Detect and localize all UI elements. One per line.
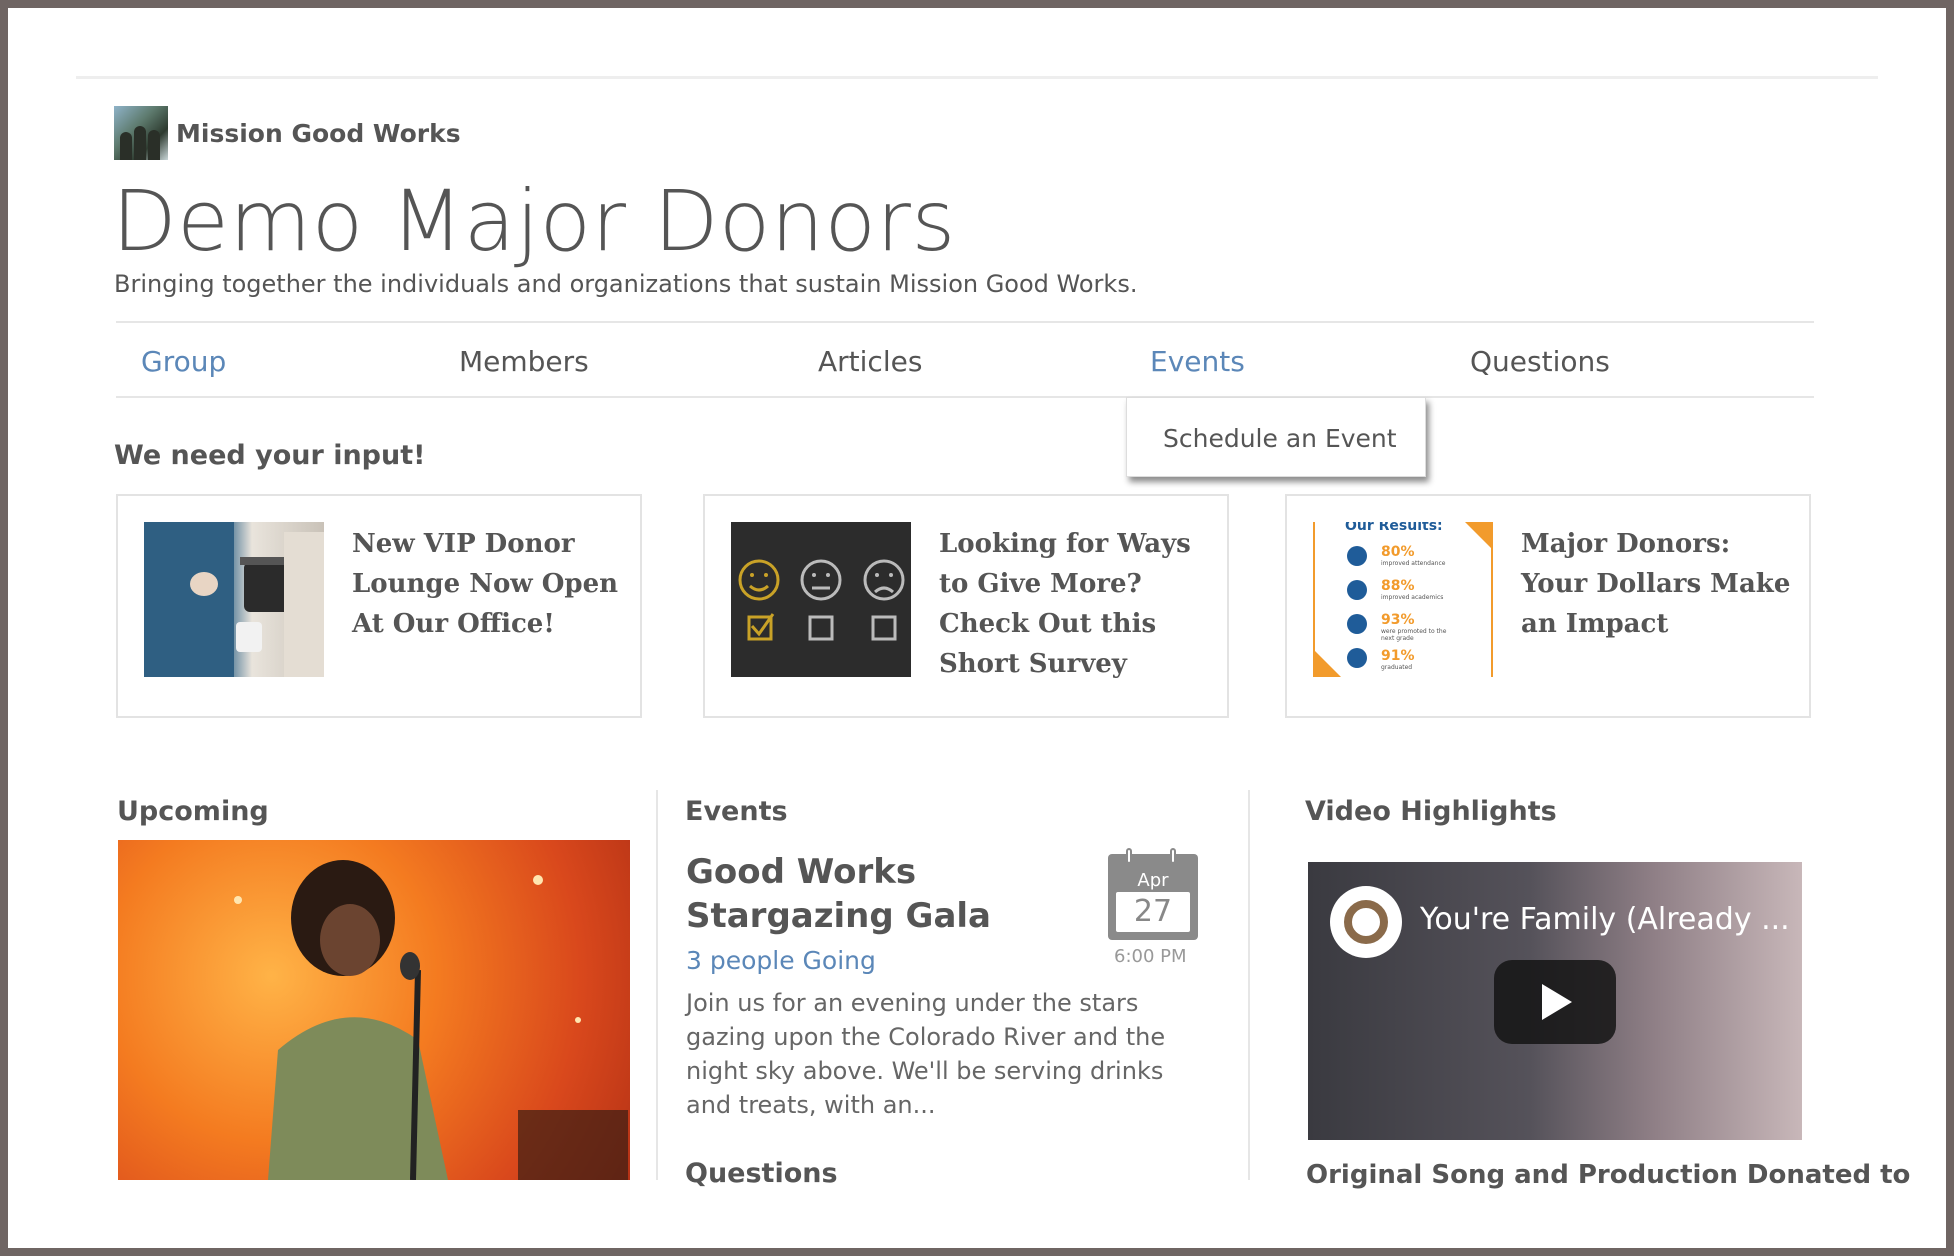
feature-card[interactable]: New VIP Donor Lounge Now Open At Our Off… xyxy=(116,494,642,718)
survey-faces-photo xyxy=(731,522,911,677)
events-dropdown: Schedule an Event xyxy=(1126,397,1426,477)
coffee-pour-photo xyxy=(144,522,324,677)
tab-members[interactable]: Members xyxy=(459,345,589,378)
singer-performing-photo[interactable] xyxy=(118,840,630,1180)
tab-articles[interactable]: Articles xyxy=(818,345,922,378)
infographic-value: 80% xyxy=(1381,544,1415,560)
tab-events[interactable]: Events xyxy=(1150,345,1245,378)
events-heading: Events xyxy=(685,796,788,827)
video-player[interactable]: You're Family (Already ... xyxy=(1308,862,1802,1140)
event-month: Apr xyxy=(1137,870,1169,891)
results-infographic: Our Results: 80% improved attendance 88%… xyxy=(1313,522,1493,677)
questions-heading: Questions xyxy=(685,1158,838,1189)
feature-card[interactable]: Our Results: 80% improved attendance 88%… xyxy=(1285,494,1811,718)
brand-name[interactable]: Mission Good Works xyxy=(176,119,461,148)
feature-heading: We need your input! xyxy=(114,440,426,471)
infographic-label: graduated xyxy=(1381,664,1413,671)
infographic-value: 88% xyxy=(1381,578,1415,594)
video-title[interactable]: You're Family (Already ... xyxy=(1420,902,1790,937)
upcoming-heading: Upcoming xyxy=(117,796,269,827)
video-caption[interactable]: Original Song and Production Donated to xyxy=(1306,1160,1910,1190)
tab-group[interactable]: Group xyxy=(141,345,226,378)
event-time: 6:00 PM xyxy=(1114,946,1187,967)
column-divider xyxy=(656,790,658,1180)
tab-questions[interactable]: Questions xyxy=(1470,345,1610,378)
video-heading: Video Highlights xyxy=(1305,796,1557,827)
infographic-label: improved attendance xyxy=(1381,560,1446,567)
group-photo-icon xyxy=(114,106,168,160)
page-subtitle: Bringing together the individuals and or… xyxy=(114,270,1138,298)
infographic-label: were promoted to the next grade xyxy=(1381,628,1447,642)
feature-card-title[interactable]: New VIP Donor Lounge Now Open At Our Off… xyxy=(352,524,622,644)
page-frame: Mission Good Works Demo Major Donors Bri… xyxy=(8,8,1946,1248)
infographic-value: 93% xyxy=(1381,612,1415,628)
feature-card[interactable]: Looking for Ways to Give More? Check Out… xyxy=(703,494,1229,718)
schedule-event-menu-item[interactable]: Schedule an Event xyxy=(1163,424,1397,453)
infographic-heading: Our Results: xyxy=(1345,522,1443,534)
calendar-icon: Apr 27 xyxy=(1108,848,1198,940)
column-divider xyxy=(1248,790,1250,1180)
event-day: 27 xyxy=(1116,892,1190,932)
feature-card-title[interactable]: Major Donors: Your Dollars Make an Impac… xyxy=(1521,524,1791,644)
top-divider xyxy=(76,76,1878,79)
play-icon xyxy=(1542,984,1572,1020)
event-description: Join us for an evening under the stars g… xyxy=(686,989,1166,1119)
event-attendees-link[interactable]: 3 people Going xyxy=(686,946,876,975)
play-button[interactable] xyxy=(1494,960,1616,1044)
event-title[interactable]: Good Works Stargazing Gala xyxy=(686,850,1086,938)
channel-logo-icon xyxy=(1330,886,1402,958)
infographic-label: improved academics xyxy=(1381,594,1444,601)
brand[interactable]: Mission Good Works xyxy=(114,106,461,160)
group-nav: Group Members Articles Events Questions xyxy=(116,321,1814,398)
page-title: Demo Major Donors xyxy=(112,172,956,270)
feature-card-title[interactable]: Looking for Ways to Give More? Check Out… xyxy=(939,524,1209,684)
infographic-value: 91% xyxy=(1381,648,1415,664)
